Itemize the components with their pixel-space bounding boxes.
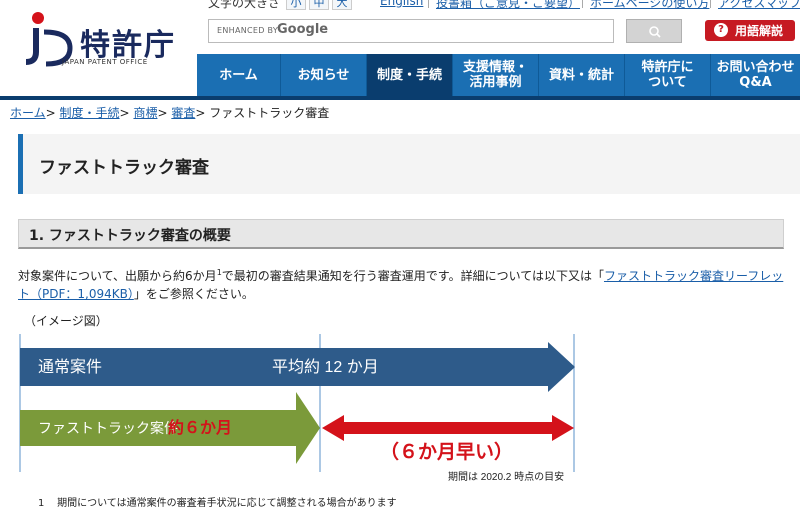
section-title: 1. ファストトラック審査の概要 xyxy=(29,228,231,244)
nav-systems-procedures[interactable]: 制度・手続 xyxy=(366,54,452,96)
image-label: （イメージ図） xyxy=(24,314,108,328)
fast-track-diagram: 通常案件 平均約 12 か月 ファストトラック案件 約６か月 （６か月早い） 期… xyxy=(19,334,575,483)
access-map-link[interactable]: アクセスマップ xyxy=(718,0,800,11)
divider xyxy=(710,0,711,8)
english-link[interactable]: English xyxy=(380,0,423,8)
breadcrumb-home[interactable]: ホーム xyxy=(10,106,46,120)
breadcrumb-current: ファストトラック審査 xyxy=(209,106,330,120)
footnote-text: 期間については通常案件の審査着手状況に応じて調整される場合があります xyxy=(57,498,397,509)
breadcrumb-separator: > xyxy=(119,106,130,120)
search-icon xyxy=(649,26,661,38)
fast-track-duration: 約６か月 xyxy=(168,418,232,437)
description-text: で最初の審査結果通知を行う審査運用です。詳細については以下又は「 xyxy=(221,269,604,283)
fast-track-label: ファストトラック案件 xyxy=(38,420,178,436)
breadcrumb-separator: > xyxy=(45,106,56,120)
breadcrumb: ホーム> 制度・手続> 商標> 審査> ファストトラック審査 xyxy=(10,104,329,121)
help-icon: ? xyxy=(714,23,728,37)
glossary-button[interactable]: ? 用語解説 xyxy=(705,20,795,41)
divider xyxy=(582,0,583,8)
jpo-logo[interactable]: 特許庁 JAPAN PATENT OFFICE xyxy=(18,6,198,74)
divider xyxy=(428,0,429,8)
normal-case-label: 通常案件 xyxy=(38,358,102,376)
description: 対象案件について、出願から約6か月1で最初の審査結果通知を行う審査運用です。詳細… xyxy=(18,264,788,303)
search-brand: Google xyxy=(277,22,329,37)
nav-about-jpo[interactable]: 特許庁に ついて xyxy=(624,54,710,96)
logo-subtitle: JAPAN PATENT OFFICE xyxy=(62,58,148,66)
feedback-link[interactable]: 投書箱（ご意見・ご要望） xyxy=(436,0,580,11)
diagram-note: 期間は 2020.2 時点の目安 xyxy=(448,470,564,483)
nav-support-cases[interactable]: 支援情報・ 活用事例 xyxy=(452,54,538,96)
site-usage-link[interactable]: ホームページの使い方 xyxy=(590,0,709,11)
breadcrumb-systems[interactable]: 制度・手続 xyxy=(60,106,120,120)
nav-contact-qa[interactable]: お問い合わせ Q&A xyxy=(710,54,800,96)
footnote-number: 1 xyxy=(38,498,45,509)
footnote: 1 期間については通常案件の審査着手状況に応じて調整される場合があります xyxy=(38,494,397,509)
breadcrumb-separator: > xyxy=(157,106,168,120)
search-input[interactable]: ENHANCED BY Google xyxy=(208,19,614,43)
description-text: 対象案件について、出願から約6か月 xyxy=(18,269,217,283)
breadcrumb-separator: > xyxy=(195,106,206,120)
nav-home[interactable]: ホーム xyxy=(197,54,280,96)
nav-news[interactable]: お知らせ xyxy=(280,54,366,96)
description-text: 」をご参照ください。 xyxy=(133,287,254,301)
breadcrumb-examination[interactable]: 審査 xyxy=(171,106,195,120)
section-heading: 1. ファストトラック審査の概要 xyxy=(18,219,784,249)
page-title-box: ファストトラック審査 xyxy=(18,134,800,194)
normal-case-duration: 平均約 12 か月 xyxy=(272,358,379,376)
search-button[interactable] xyxy=(626,19,682,43)
font-size-medium-button[interactable]: 中 xyxy=(309,0,329,10)
six-months-faster-arrow xyxy=(322,415,574,441)
main-nav: ホーム お知らせ 制度・手続 支援情報・ 活用事例 資料・統計 特許庁に ついて… xyxy=(197,54,800,96)
font-size-small-button[interactable]: 小 xyxy=(286,0,306,10)
page-title: ファストトラック審査 xyxy=(39,158,209,178)
nav-underline xyxy=(0,96,800,100)
glossary-label: 用語解説 xyxy=(735,24,784,38)
breadcrumb-trademark[interactable]: 商標 xyxy=(133,106,157,120)
six-months-faster-label: （６か月早い） xyxy=(380,440,513,463)
font-size-large-button[interactable]: 大 xyxy=(332,0,352,10)
nav-materials-statistics[interactable]: 資料・統計 xyxy=(538,54,624,96)
font-size-label: 文字の大きさ xyxy=(208,0,281,10)
search-brand-prefix: ENHANCED BY xyxy=(217,26,279,35)
